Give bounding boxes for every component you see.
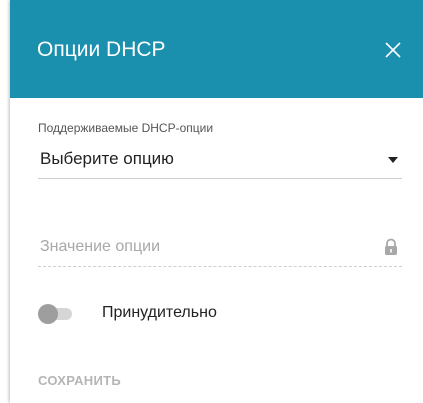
dialog-title: Опции DHCP	[37, 38, 166, 61]
option-value-input[interactable]	[38, 230, 370, 264]
save-button[interactable]: СОХРАНИТЬ	[38, 373, 121, 388]
toggle-knob	[38, 304, 58, 324]
lock-icon	[385, 238, 397, 255]
close-icon	[385, 42, 401, 58]
close-button[interactable]	[381, 38, 405, 62]
dialog-header: Опции DHCP	[10, 0, 423, 98]
dhcp-options-dialog: Опции DHCP Поддерживаемые DHCP-опции Выб…	[10, 0, 423, 403]
dhcp-option-select-value: Выберите опцию	[40, 149, 174, 168]
force-toggle[interactable]	[38, 304, 74, 324]
force-toggle-label: Принудительно	[102, 304, 217, 321]
dhcp-option-select[interactable]: Выберите опцию	[38, 143, 402, 179]
option-value-field-wrap	[38, 230, 402, 267]
chevron-down-icon	[388, 157, 398, 163]
supported-options-label: Поддерживаемые DHCP-опции	[38, 121, 214, 135]
